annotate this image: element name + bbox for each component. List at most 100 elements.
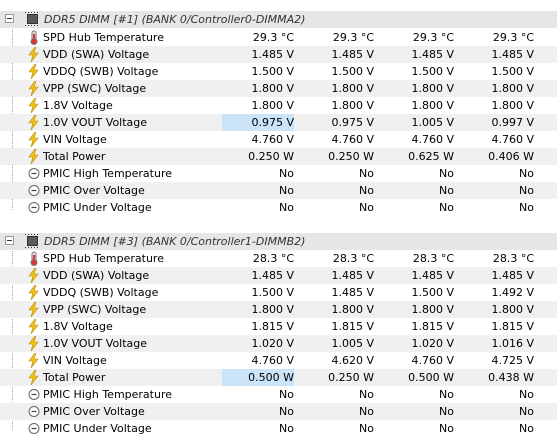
sensor-row[interactable]: VPP (SWC) Voltage 1.800 V 1.800 V 1.800 … <box>0 80 557 97</box>
average-value: 1.815 V <box>491 320 534 333</box>
average-value: 1.485 V <box>491 269 534 282</box>
collapse-toggle[interactable] <box>5 236 14 245</box>
average-value: 0.997 V <box>491 116 534 129</box>
sensor-label: PMIC Under Voltage <box>43 422 152 435</box>
maximum-value: No <box>439 167 454 180</box>
minimum-value: 0.250 W <box>328 371 374 384</box>
sensor-label: VDDQ (SWB) Voltage <box>43 65 159 78</box>
status-clock-icon <box>28 404 40 419</box>
maximum-value: 4.760 V <box>411 133 454 146</box>
sensor-label: VDD (SWA) Voltage <box>43 269 150 282</box>
current-value: 1.485 V <box>251 269 294 282</box>
average-value: No <box>519 167 534 180</box>
sensor-label: VIN Voltage <box>43 354 107 367</box>
current-value: 4.760 V <box>251 133 294 146</box>
minimum-value: 4.760 V <box>331 133 374 146</box>
status-clock-icon <box>28 387 40 402</box>
maximum-value: 1.005 V <box>411 116 454 129</box>
voltage-icon <box>28 353 40 368</box>
sensor-label: PMIC Over Voltage <box>43 184 145 197</box>
sensor-row[interactable]: VDD (SWA) Voltage 1.485 V 1.485 V 1.485 … <box>0 267 557 284</box>
collapse-toggle[interactable] <box>5 14 14 23</box>
sensor-row[interactable]: SPD Hub Temperature 28.3 °C 28.3 °C 28.3… <box>0 250 557 267</box>
voltage-icon <box>28 47 40 62</box>
current-value: No <box>279 388 294 401</box>
maximum-value: 1.020 V <box>411 337 454 350</box>
sensor-row[interactable]: PMIC Under Voltage No No No No <box>0 420 557 437</box>
sensor-row[interactable]: PMIC High Temperature No No No No <box>0 386 557 403</box>
minimum-value: 0.250 W <box>328 150 374 163</box>
group-header[interactable]: DDR5 DIMM [#3] (BANK 0/Controller1-DIMMB… <box>0 233 557 250</box>
sensor-row[interactable]: VDD (SWA) Voltage 1.485 V 1.485 V 1.485 … <box>0 46 557 63</box>
maximum-value: 1.485 V <box>411 269 454 282</box>
maximum-value: No <box>439 184 454 197</box>
sensor-row[interactable]: PMIC Under Voltage No No No No <box>0 199 557 216</box>
sensor-row[interactable]: 1.8V Voltage 1.815 V 1.815 V 1.815 V 1.8… <box>0 318 557 335</box>
minimum-value: 29.3 °C <box>332 31 374 44</box>
average-value: 1.016 V <box>491 337 534 350</box>
maximum-value: 0.625 W <box>408 150 454 163</box>
average-value: 4.760 V <box>491 133 534 146</box>
minimum-value: No <box>359 184 374 197</box>
minimum-value: 1.800 V <box>331 82 374 95</box>
group-title: DDR5 DIMM [#3] (BANK 0/Controller1-DIMMB… <box>44 235 306 248</box>
sensor-row[interactable]: 1.8V Voltage 1.800 V 1.800 V 1.800 V 1.8… <box>0 97 557 114</box>
sensor-row[interactable]: PMIC Over Voltage No No No No <box>0 182 557 199</box>
sensor-row[interactable]: VPP (SWC) Voltage 1.800 V 1.800 V 1.800 … <box>0 301 557 318</box>
thermometer-icon <box>28 30 40 45</box>
minimum-value: No <box>359 405 374 418</box>
maximum-value: 28.3 °C <box>412 252 454 265</box>
maximum-value: 1.800 V <box>411 99 454 112</box>
average-value: No <box>519 405 534 418</box>
sensor-row[interactable]: PMIC Over Voltage No No No No <box>0 403 557 420</box>
voltage-icon <box>28 285 40 300</box>
sensor-row[interactable]: PMIC High Temperature No No No No <box>0 165 557 182</box>
average-value: 29.3 °C <box>492 31 534 44</box>
sensor-row[interactable]: VDDQ (SWB) Voltage 1.500 V 1.485 V 1.500… <box>0 284 557 301</box>
voltage-icon <box>28 319 40 334</box>
current-value-selected[interactable]: 0.975 V <box>222 114 294 131</box>
sensor-row[interactable]: VIN Voltage 4.760 V 4.620 V 4.760 V 4.72… <box>0 352 557 369</box>
sensor-row[interactable]: SPD Hub Temperature 29.3 °C 29.3 °C 29.3… <box>0 29 557 46</box>
minimum-value: 28.3 °C <box>332 252 374 265</box>
maximum-value: 1.800 V <box>411 303 454 316</box>
minimum-value: 0.975 V <box>331 116 374 129</box>
current-value: No <box>279 405 294 418</box>
current-value: No <box>279 167 294 180</box>
maximum-value: 1.800 V <box>411 82 454 95</box>
current-value: 4.760 V <box>251 354 294 367</box>
sensor-row[interactable]: 1.0V VOUT Voltage 0.975 V 0.975 V 1.005 … <box>0 114 557 131</box>
current-value-selected[interactable]: 0.500 W <box>222 369 294 386</box>
status-clock-icon <box>28 200 40 215</box>
sensor-label: 1.0V VOUT Voltage <box>43 116 148 129</box>
minimum-value: 1.500 V <box>331 65 374 78</box>
current-value: 28.3 °C <box>252 252 294 265</box>
average-value: No <box>519 388 534 401</box>
average-value: 28.3 °C <box>492 252 534 265</box>
sensor-label: SPD Hub Temperature <box>43 31 164 44</box>
sensor-row[interactable]: VIN Voltage 4.760 V 4.760 V 4.760 V 4.76… <box>0 131 557 148</box>
sensor-label: Total Power <box>43 371 106 384</box>
minimum-value: No <box>359 167 374 180</box>
minimum-value: 1.800 V <box>331 99 374 112</box>
group-header[interactable]: DDR5 DIMM [#1] (BANK 0/Controller0-DIMMA… <box>0 11 557 28</box>
maximum-value: 1.815 V <box>411 320 454 333</box>
current-value: 1.800 V <box>251 99 294 112</box>
maximum-value: No <box>439 405 454 418</box>
sensor-label: VIN Voltage <box>43 133 107 146</box>
power-icon <box>28 370 40 385</box>
maximum-value: No <box>439 422 454 435</box>
minimum-value: No <box>359 388 374 401</box>
sensor-row[interactable]: VDDQ (SWB) Voltage 1.500 V 1.500 V 1.500… <box>0 63 557 80</box>
sensor-row[interactable]: 1.0V VOUT Voltage 1.020 V 1.005 V 1.020 … <box>0 335 557 352</box>
current-value: 1.500 V <box>251 65 294 78</box>
average-value: 0.406 W <box>488 150 534 163</box>
sensor-label: VDDQ (SWB) Voltage <box>43 286 159 299</box>
current-value: No <box>279 422 294 435</box>
voltage-icon <box>28 98 40 113</box>
sensor-row[interactable]: Total Power 0.250 W 0.250 W 0.625 W 0.40… <box>0 148 557 165</box>
voltage-icon <box>28 132 40 147</box>
sensor-row[interactable]: Total Power 0.500 W 0.250 W 0.500 W 0.43… <box>0 369 557 386</box>
current-value: No <box>279 184 294 197</box>
voltage-icon <box>28 268 40 283</box>
